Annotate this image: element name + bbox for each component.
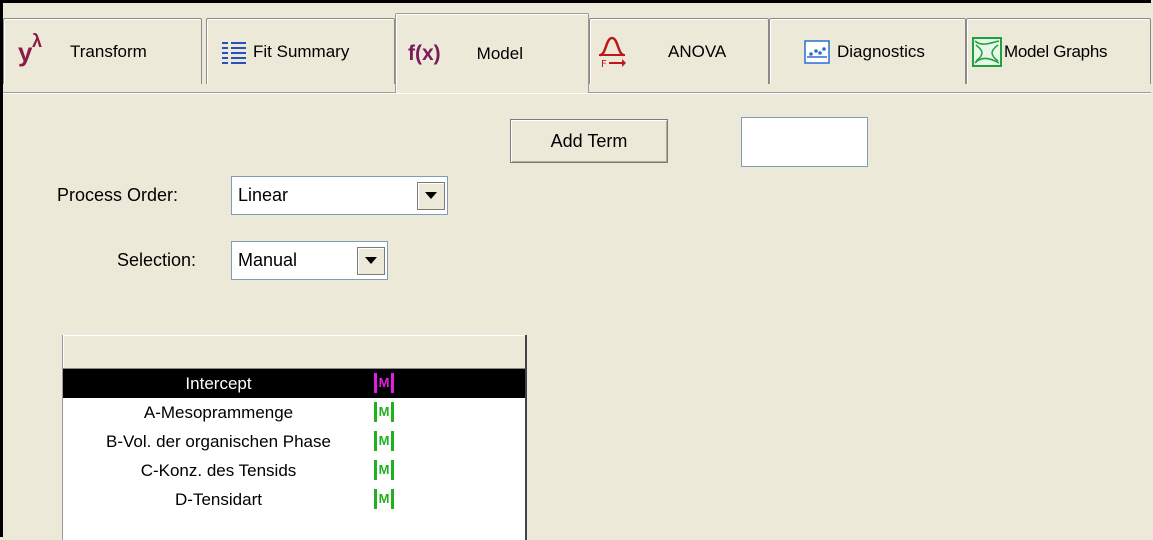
- tab-transform-label: Transform: [70, 41, 147, 61]
- term-name: D-Tensidart: [175, 489, 262, 509]
- model-term-marker-icon[interactable]: M: [374, 373, 394, 393]
- term-name: Intercept: [185, 373, 252, 393]
- tab-anova[interactable]: F ANOVA: [589, 18, 769, 84]
- tab-model[interactable]: f(x) Model: [395, 13, 589, 93]
- table-row[interactable]: Intercept M: [63, 369, 525, 398]
- fx-icon-text: f(x): [408, 41, 441, 65]
- contour-plot-icon: [972, 36, 1002, 67]
- tab-diagnostics[interactable]: Diagnostics: [769, 18, 966, 84]
- tab-divider-highlight: [3, 93, 1151, 94]
- add-term-label: Add Term: [550, 130, 628, 151]
- y-lambda-icon-lambda: λ: [32, 30, 43, 51]
- model-term-marker-icon[interactable]: M: [374, 489, 394, 509]
- tab-fit-summary-label: Fit Summary: [253, 41, 350, 61]
- tab-diagnostics-label: Diagnostics: [837, 41, 925, 61]
- term-name: C-Konz. des Tensids: [140, 460, 297, 480]
- model-terms-header: [63, 335, 525, 369]
- tab-anova-label: ANOVA: [668, 41, 727, 61]
- process-order-label: Process Order:: [57, 185, 179, 205]
- tab-fit-summary[interactable]: Fit Summary: [206, 18, 395, 84]
- selection-dropdown-button[interactable]: [357, 246, 385, 275]
- tab-model-label: Model: [476, 43, 523, 63]
- table-row[interactable]: C-Konz. des Tensids M: [63, 456, 525, 485]
- tab-model-graphs-label: Model Graphs: [1004, 41, 1108, 61]
- scatter-plot-icon: [804, 39, 830, 64]
- chevron-down-icon: [425, 192, 437, 199]
- process-order-value: Linear: [238, 185, 289, 205]
- model-terms-table: Intercept M A-Mesoprammenge M B-Vol. der org…: [62, 335, 527, 540]
- model-term-marker-icon[interactable]: M: [374, 460, 394, 480]
- y-lambda-icon: y λ: [18, 31, 60, 67]
- model-term-marker-icon[interactable]: M: [374, 431, 394, 451]
- svg-text:F: F: [601, 59, 607, 69]
- model-term-marker-icon[interactable]: M: [374, 402, 394, 422]
- tab-transform[interactable]: y λ Transform: [3, 18, 202, 84]
- add-term-input[interactable]: [741, 117, 868, 167]
- term-name: A-Mesoprammenge: [143, 402, 294, 422]
- f-distribution-icon: F: [598, 35, 626, 70]
- y-lambda-icon-y: y: [18, 36, 33, 67]
- tab-bar: y λ Transform Fit Summary f(x) Model F A…: [3, 10, 1151, 93]
- selection-label: Selection:: [117, 250, 197, 270]
- selection-select[interactable]: Manual: [231, 241, 388, 280]
- table-row[interactable]: B-Vol. der organischen Phase M: [63, 427, 525, 456]
- tab-model-graphs[interactable]: Model Graphs: [966, 18, 1151, 84]
- add-term-button[interactable]: Add Term: [510, 119, 668, 163]
- chevron-down-icon: [365, 257, 377, 264]
- term-name: B-Vol. der organischen Phase: [106, 431, 331, 451]
- process-order-dropdown-button[interactable]: [417, 181, 445, 210]
- process-order-select[interactable]: Linear: [231, 176, 448, 215]
- table-row[interactable]: A-Mesoprammenge M: [63, 398, 525, 427]
- fx-icon: f(x): [408, 42, 441, 66]
- selection-value: Manual: [238, 250, 298, 270]
- table-row[interactable]: D-Tensidart M: [63, 485, 525, 514]
- table-list-icon: [221, 40, 247, 64]
- model-terms-rows: Intercept M A-Mesoprammenge M B-Vol. der org…: [63, 369, 525, 514]
